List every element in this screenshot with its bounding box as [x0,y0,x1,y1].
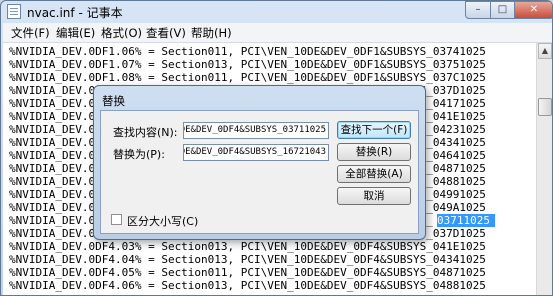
text-line: %NVIDIA_DEV.0DF4.06% = Section013, PCI\V… [9,279,486,292]
vertical-scrollbar[interactable]: ▲ [536,43,552,295]
find-input-value: VEN_10DE&DEV_0DF4&SUBSYS_03711025 [184,125,326,135]
menu-file[interactable]: 文件(F) [11,25,50,41]
replace-input[interactable]: VEN_10DE&DEV_0DF4&SUBSYS_16721043 [183,144,329,161]
menu-help[interactable]: 帮助(H) [191,25,232,41]
menu-view[interactable]: 查看(V) [146,25,186,41]
text-line: %NVIDIA_DEV.0DF4.05% = Section011, PCI\V… [9,266,486,279]
maximize-button[interactable]: □ [490,1,515,19]
minimize-button[interactable]: – [465,1,491,19]
menu-bar: 文件(F) 编辑(E) 格式(O) 查看(V) 帮助(H) [3,23,552,43]
find-next-button[interactable]: 查找下一个(F) [337,121,411,139]
menu-edit[interactable]: 编辑(E) [56,25,95,41]
text-line: %NVIDIA_DEV.0DF4.03% = Section013, PCI\V… [9,240,486,253]
replace-all-button[interactable]: 全部替换(A) [337,165,411,183]
scroll-up-icon[interactable]: ▲ [538,43,552,59]
match-case-label[interactable]: 区分大小写(C) [127,213,198,229]
text-line: %NVIDIA_DEV.0DF1.07% = Section013, PCI\V… [9,58,486,71]
scroll-thumb[interactable] [538,98,552,116]
text-line: %NVIDIA_DEV.0DF4.04% = Section013, PCI\V… [9,253,486,266]
dialog-title: 替换 [102,94,125,108]
close-button[interactable]: ✕ [514,1,552,19]
menu-format[interactable]: 格式(O) [101,25,142,41]
replace-button[interactable]: 替换(R) [337,143,411,161]
notepad-icon [7,4,21,19]
match-case-checkbox[interactable] [111,214,122,225]
notepad-window: nvac.inf - 记事本 – □ ✕ 文件(F) 编辑(E) 格式(O) 查… [0,0,553,296]
dialog-body: 查找内容(N): VEN_10DE&DEV_0DF4&SUBSYS_037110… [100,110,419,234]
selected-text: 03711025 [437,214,495,227]
replace-label: 替换为(P): [113,148,165,161]
window-title: nvac.inf - 记事本 [27,6,123,20]
find-label: 查找内容(N): [113,126,178,139]
title-bar[interactable]: nvac.inf - 记事本 – □ ✕ [1,1,552,23]
cancel-button[interactable]: 取消 [337,187,411,205]
replace-input-value: VEN_10DE&DEV_0DF4&SUBSYS_16721043 [184,147,326,157]
find-input[interactable]: VEN_10DE&DEV_0DF4&SUBSYS_03711025 [183,122,329,139]
text-line: %NVIDIA_DEV.0DF1.06% = Section011, PCI\V… [9,45,486,58]
replace-dialog: 替换 查找内容(N): VEN_10DE&DEV_0DF4&SUBSYS_037… [93,85,426,240]
text-line: %NVIDIA_DEV.0DF1.08% = Section011, PCI\V… [9,71,486,84]
